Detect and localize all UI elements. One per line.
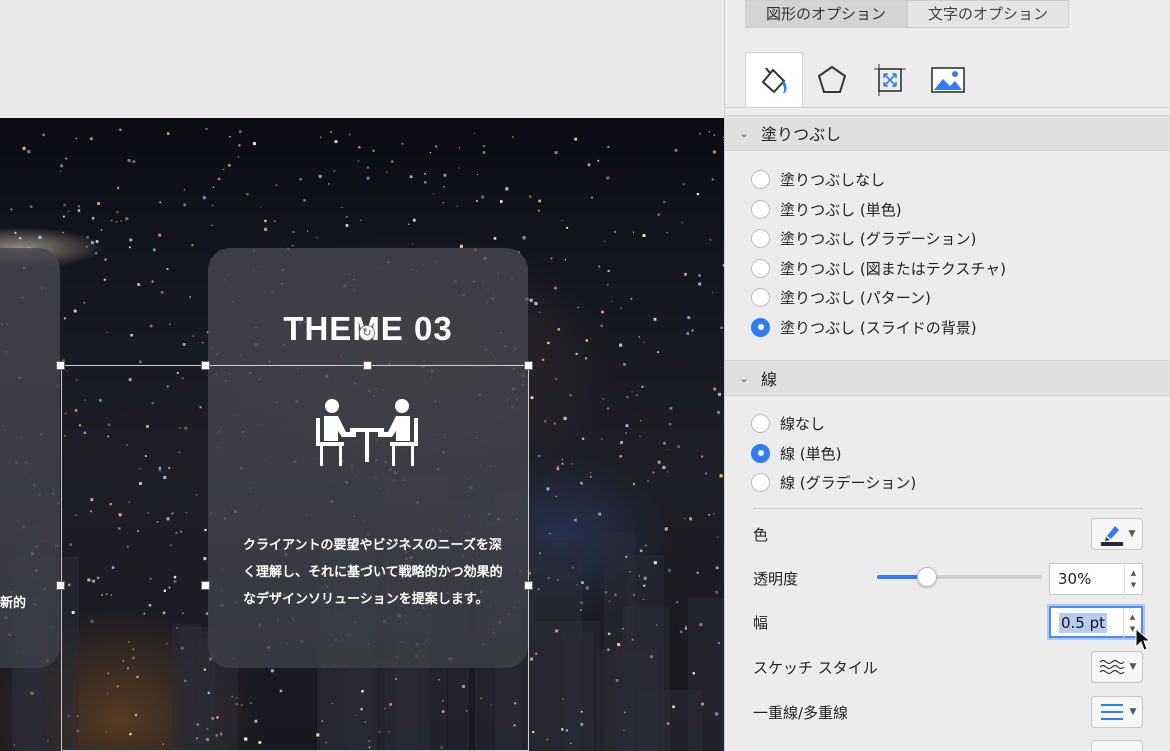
compound-lines-icon [1100,704,1123,720]
fill-section-header[interactable]: ⌄ 塗りつぶし [725,115,1170,151]
sketch-style-label: スケッチ スタイル [753,659,878,677]
tab-shape-options[interactable]: 図形のオプション [745,0,908,28]
radio-button-selected[interactable] [751,317,770,337]
fill-option-label: 塗りつぶし (スライドの背景) [780,318,977,337]
selection-frame [61,365,529,751]
fill-section-title: 塗りつぶし [761,125,842,144]
picture-icon[interactable] [919,52,977,108]
line-color-dropdown[interactable]: ▼ [1091,518,1143,550]
tab-text-options[interactable]: 文字のオプション [907,0,1070,28]
card-left-text-fragment: 新的 [0,596,27,611]
fill-option-picture-texture[interactable]: 塗りつぶし (図またはテクスチャ) [751,255,1006,281]
sketch-wave-icon [1099,659,1124,675]
fill-option-pattern[interactable]: 塗りつぶし (パターン) [751,284,931,310]
fill-line-icon[interactable] [745,52,803,108]
sketch-style-dropdown[interactable]: ▼ [1091,651,1143,683]
resize-handle-top-right[interactable] [524,361,533,370]
slide-canvas-area: 新的 THEME 03 クライアントの要望やビジネスのニーズを深く理解し、それに… [0,0,724,751]
line-option-solid[interactable]: 線 (単色) [751,440,841,466]
resize-handle-right[interactable] [524,581,533,590]
radio-button[interactable] [751,228,770,248]
transparency-slider[interactable] [877,567,1042,587]
stepper-up-icon[interactable]: ▲ [1131,567,1136,579]
radio-button[interactable] [751,287,770,307]
resize-handle-top-center[interactable] [363,361,372,370]
format-shape-panel: 図形のオプション 文字のオプション ⌄ 塗りつぶし 塗りつぶしなし 塗りつぶし … [724,0,1170,751]
line-option-label: 線 (グラデーション) [780,473,917,492]
stepper-down-icon[interactable]: ▼ [1131,579,1136,591]
pen-color-icon [1100,526,1123,546]
transparency-slider-handle[interactable] [917,567,937,587]
radio-button[interactable] [751,413,770,433]
line-section-title: 線 [761,370,778,389]
line-section-header[interactable]: ⌄ 線 [725,360,1170,396]
chevron-down-icon: ⌄ [739,371,750,385]
radio-button[interactable] [751,169,770,189]
fill-option-slide-background[interactable]: 塗りつぶし (スライドの背景) [751,314,977,340]
fill-option-label: 塗りつぶし (図またはテクスチャ) [780,259,1007,278]
fill-option-gradient[interactable]: 塗りつぶし (グラデーション) [751,225,976,251]
size-properties-icon[interactable] [861,52,919,108]
resize-handle-left-inner[interactable] [201,581,210,590]
rotate-handle[interactable]: ↻ [359,325,375,341]
resize-handle-top-left[interactable] [56,361,65,370]
fill-option-label: 塗りつぶし (パターン) [780,288,931,307]
fill-option-none[interactable]: 塗りつぶしなし [751,166,885,192]
shape-option-icon-tabs [745,52,977,108]
chevron-down-icon: ▼ [1129,662,1137,672]
stepper-up-icon[interactable]: ▲ [1130,611,1135,623]
compound-type-dropdown[interactable]: ▼ [1091,696,1143,728]
compound-type-label: 一重線/多重線 [753,704,849,722]
line-option-label: 線なし [780,414,826,433]
options-tabs: 図形のオプション 文字のオプション [745,0,1070,28]
fill-option-label: 塗りつぶしなし [780,170,886,189]
transparency-label: 透明度 [753,570,799,588]
radio-button[interactable] [751,199,770,219]
chevron-down-icon: ⌄ [739,126,750,140]
radio-button[interactable] [751,258,770,278]
line-color-label: 色 [753,526,769,544]
line-option-gradient[interactable]: 線 (グラデーション) [751,469,916,495]
dash-type-dropdown[interactable] [1091,740,1143,751]
line-option-label: 線 (単色) [780,444,842,463]
transparency-stepper[interactable]: ▲ ▼ [1124,564,1142,594]
chevron-down-icon: ▼ [1128,529,1136,539]
transparency-field[interactable]: ▲▼ [1049,563,1143,595]
resize-handle-top-inner[interactable] [201,361,210,370]
resize-handle-left[interactable] [56,581,65,590]
line-width-field[interactable]: 0.5 pt ▲ ▼ [1049,606,1143,638]
radio-button[interactable] [751,472,770,492]
section-divider [753,508,1143,509]
radio-button-selected[interactable] [751,443,770,463]
fill-option-solid[interactable]: 塗りつぶし (単色) [751,196,902,222]
tabs-divider [725,107,1170,108]
chevron-down-icon: ▼ [1129,707,1137,717]
line-width-label: 幅 [753,614,769,632]
mouse-cursor-icon [1135,628,1151,651]
line-width-value-selected[interactable]: 0.5 pt [1059,613,1108,633]
line-option-none[interactable]: 線なし [751,410,825,436]
fill-option-label: 塗りつぶし (グラデーション) [780,229,977,248]
fill-option-label: 塗りつぶし (単色) [780,200,902,219]
effects-pentagon-icon[interactable] [803,52,861,108]
transparency-input[interactable] [1050,566,1120,592]
